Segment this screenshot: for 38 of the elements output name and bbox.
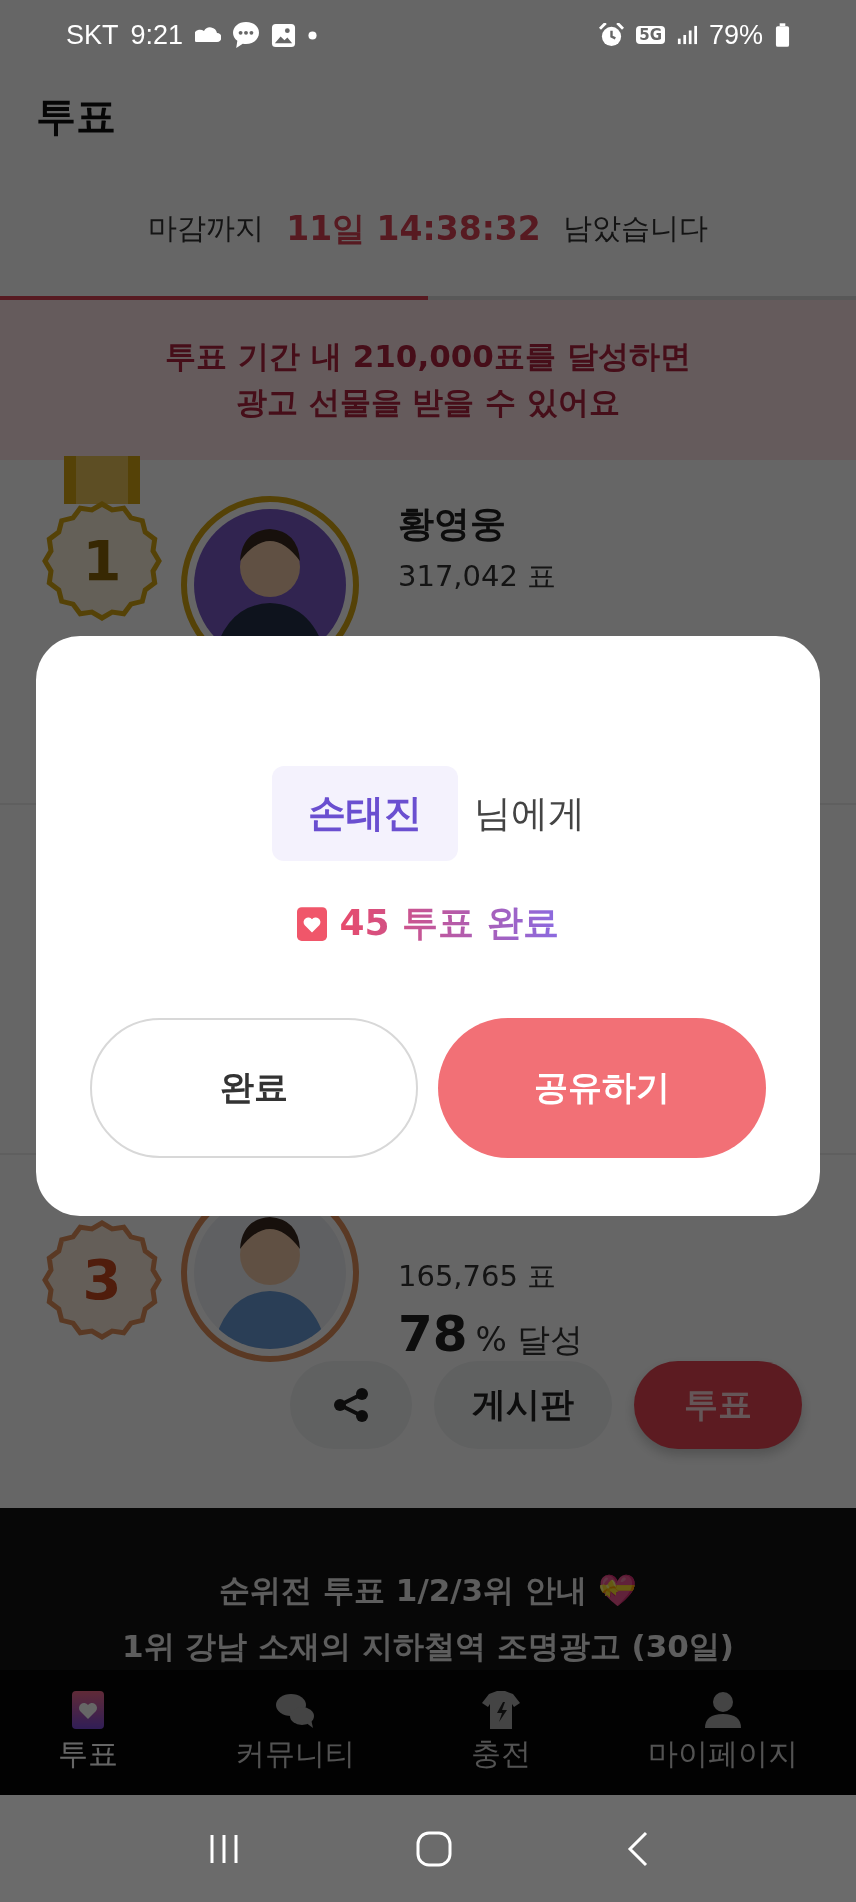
board-button[interactable]: 게시판 bbox=[434, 1361, 612, 1449]
promo-text: 1위 강남 소재의 지하철역 조명광고 (30일) bbox=[122, 1627, 734, 1666]
percent-value: 78 bbox=[398, 1305, 468, 1363]
carrier-name: SKT bbox=[66, 19, 119, 51]
image-icon bbox=[271, 22, 297, 48]
chat-bubble-icon bbox=[233, 22, 260, 48]
nav-tab[interactable]: 충전 bbox=[467, 1690, 536, 1775]
signal-icon bbox=[676, 25, 697, 45]
countdown-timer: 11일 14:38:32 bbox=[286, 207, 541, 250]
network-badge: 5G bbox=[636, 26, 665, 44]
singer-name: 황영웅 bbox=[398, 502, 507, 546]
back-icon[interactable] bbox=[625, 1829, 650, 1868]
shirt-bolt-icon bbox=[481, 1690, 522, 1730]
percent-label: % 달성 bbox=[475, 1319, 584, 1361]
countdown-label: 남았습니다 bbox=[562, 210, 708, 247]
recipient-suffix: 님에게 bbox=[473, 790, 585, 837]
banner-text: 투표 기간 내 210,000표를 달성하면 bbox=[165, 337, 691, 376]
share-icon bbox=[331, 1385, 371, 1425]
person-icon bbox=[702, 1690, 743, 1730]
vote-count: 317,042 표 bbox=[398, 558, 557, 595]
countdown-label: 마감까지 bbox=[148, 210, 265, 247]
promo-text: 순위전 투표 1/2/3위 안내 💝 bbox=[219, 1571, 637, 1610]
nav-tab[interactable]: 투표 bbox=[54, 1690, 123, 1775]
nav-tab[interactable]: 마이페이지 bbox=[643, 1690, 802, 1775]
home-icon[interactable] bbox=[415, 1829, 453, 1868]
recipient-name: 손태진 bbox=[271, 766, 458, 861]
alarm-icon bbox=[599, 22, 625, 48]
cloud-icon bbox=[195, 27, 222, 43]
clock-time: 9:21 bbox=[130, 19, 184, 51]
nav-tab[interactable]: 커뮤니티 bbox=[230, 1690, 359, 1775]
battery-icon bbox=[775, 22, 790, 48]
page-title: 투표 bbox=[36, 91, 116, 141]
battery-percent: 79% bbox=[708, 19, 763, 51]
vote-count: 165,765 표 bbox=[398, 1258, 558, 1295]
share-button[interactable]: 공유하기 bbox=[438, 1018, 766, 1158]
done-button[interactable]: 완료 bbox=[90, 1018, 418, 1158]
banner-text: 광고 선물을 받을 수 있어요 bbox=[235, 383, 621, 422]
dot-icon bbox=[308, 30, 318, 40]
